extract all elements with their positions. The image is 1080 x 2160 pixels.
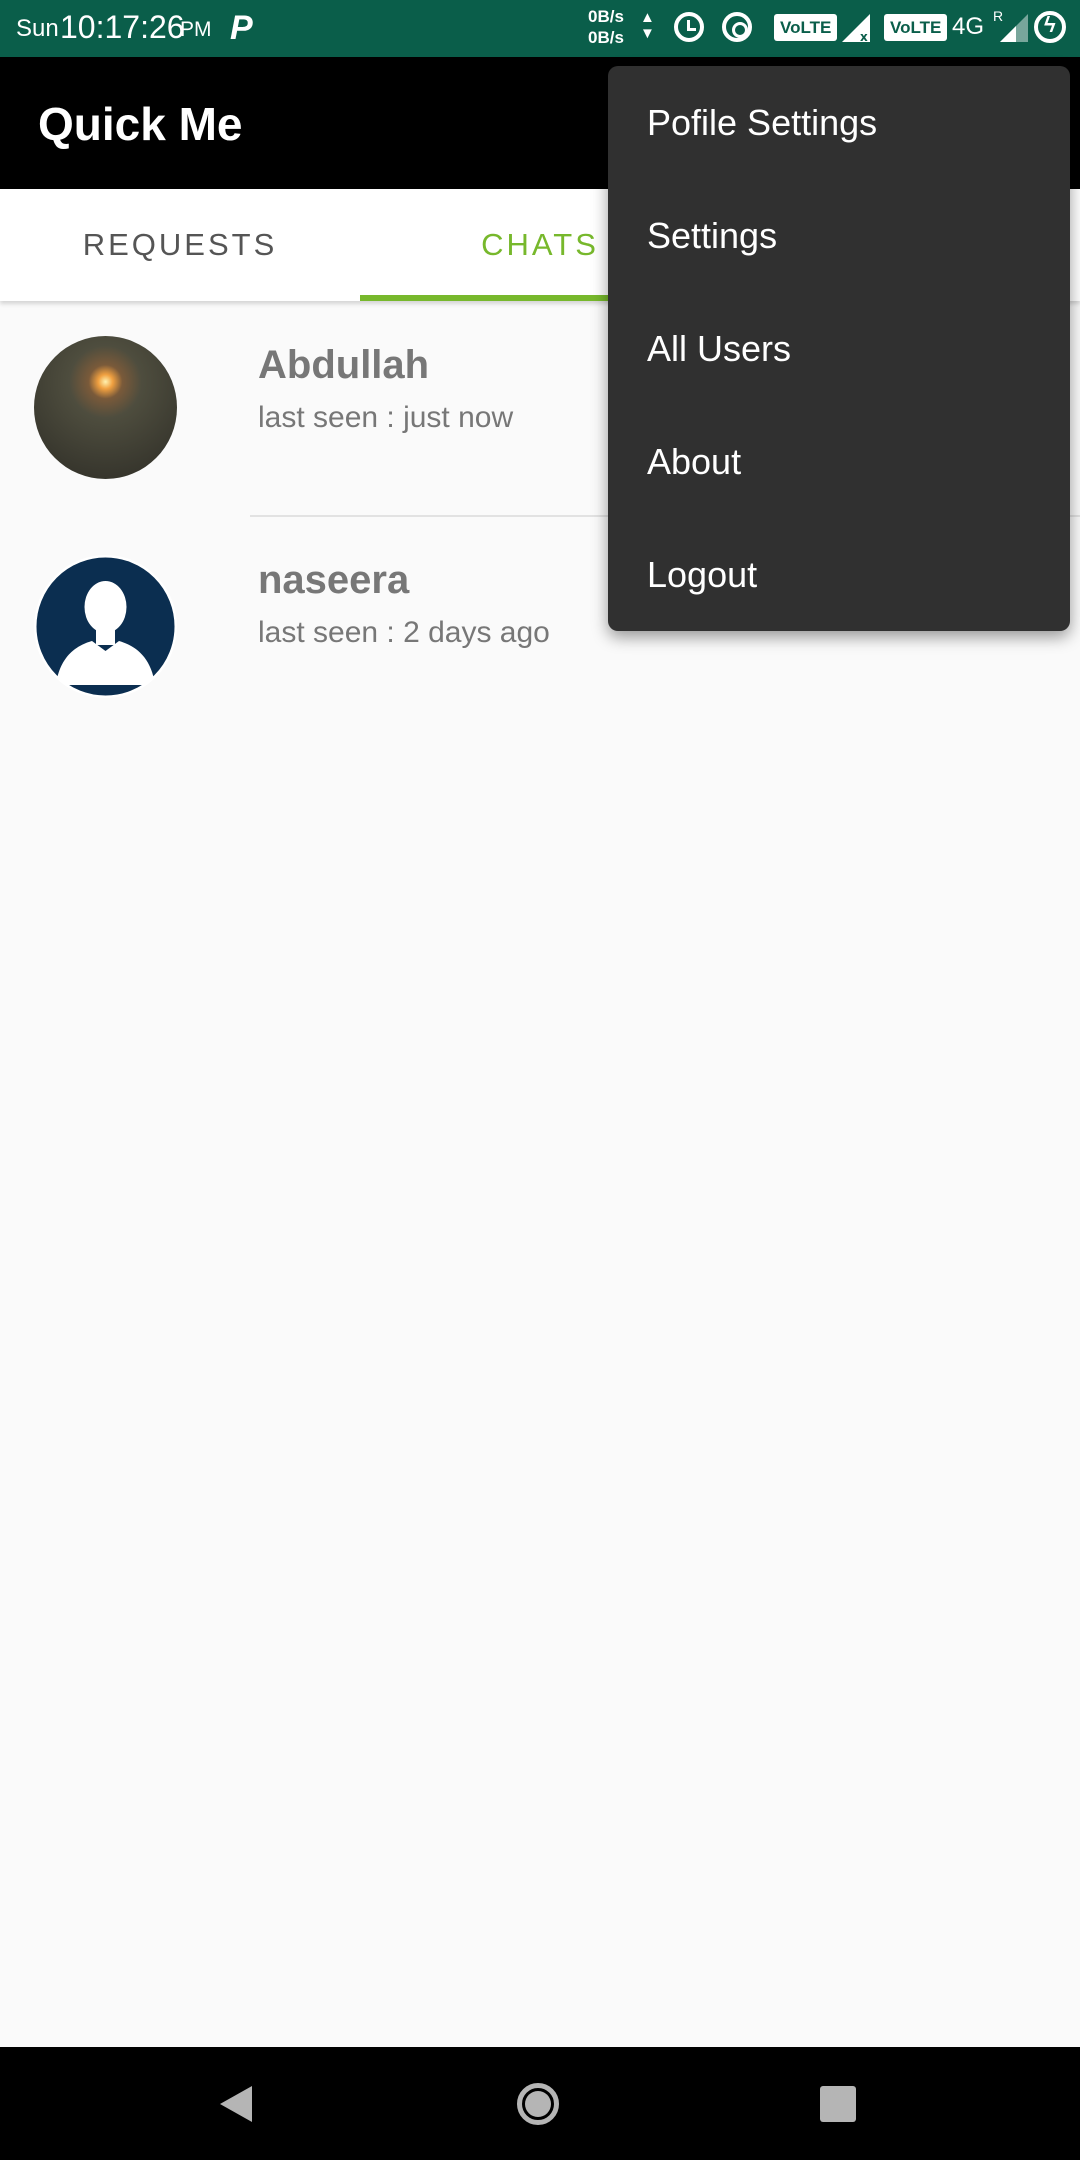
recents-icon[interactable]: [820, 2086, 856, 2122]
volte-icon: VoLTE: [884, 14, 948, 41]
svg-text:x: x: [860, 30, 868, 42]
hotspot-icon: [722, 12, 752, 42]
avatar[interactable]: [34, 336, 177, 479]
network-type: 4G: [952, 13, 985, 40]
status-day: Sun: [16, 15, 59, 42]
speed-up: 0B/s: [588, 7, 624, 26]
alarm-icon: [674, 12, 704, 42]
avatar[interactable]: [34, 555, 177, 698]
overflow-menu: Pofile Settings Settings All Users About…: [608, 66, 1070, 631]
back-icon[interactable]: [218, 2084, 254, 2124]
battery-charging-icon: [1034, 11, 1066, 43]
default-person-icon: [34, 555, 177, 698]
menu-item-logout[interactable]: Logout: [608, 518, 1070, 631]
menu-item-about[interactable]: About: [608, 405, 1070, 518]
app-title: Quick Me: [38, 98, 243, 150]
status-time: 10:17:26: [60, 9, 185, 45]
signal-icon: [1000, 14, 1028, 42]
chat-name: Abdullah: [258, 343, 430, 387]
chat-name: naseera: [258, 558, 410, 602]
navigation-bar: [0, 2047, 1080, 2160]
home-icon[interactable]: [517, 2083, 559, 2125]
tab-requests[interactable]: REQUESTS: [0, 189, 360, 301]
chat-last-seen: last seen : just now: [258, 401, 514, 434]
network-speed: 0B/s 0B/s: [588, 6, 638, 48]
signal-icon: x: [842, 14, 870, 42]
menu-item-all-users[interactable]: All Users: [608, 292, 1070, 405]
menu-item-settings[interactable]: Settings: [608, 179, 1070, 292]
status-bar: Sun 10:17:26 PM P 0B/s 0B/s ▲ ▼ VoLTE x V…: [0, 0, 1080, 57]
status-ampm: PM: [180, 18, 212, 41]
volte-icon: VoLTE: [774, 14, 838, 41]
parking-notification-icon: P: [230, 9, 253, 47]
menu-item-profile-settings[interactable]: Pofile Settings: [608, 66, 1070, 179]
data-transfer-icon: ▲ ▼: [640, 9, 655, 42]
speed-down: 0B/s: [588, 28, 624, 47]
chat-last-seen: last seen : 2 days ago: [258, 616, 550, 649]
